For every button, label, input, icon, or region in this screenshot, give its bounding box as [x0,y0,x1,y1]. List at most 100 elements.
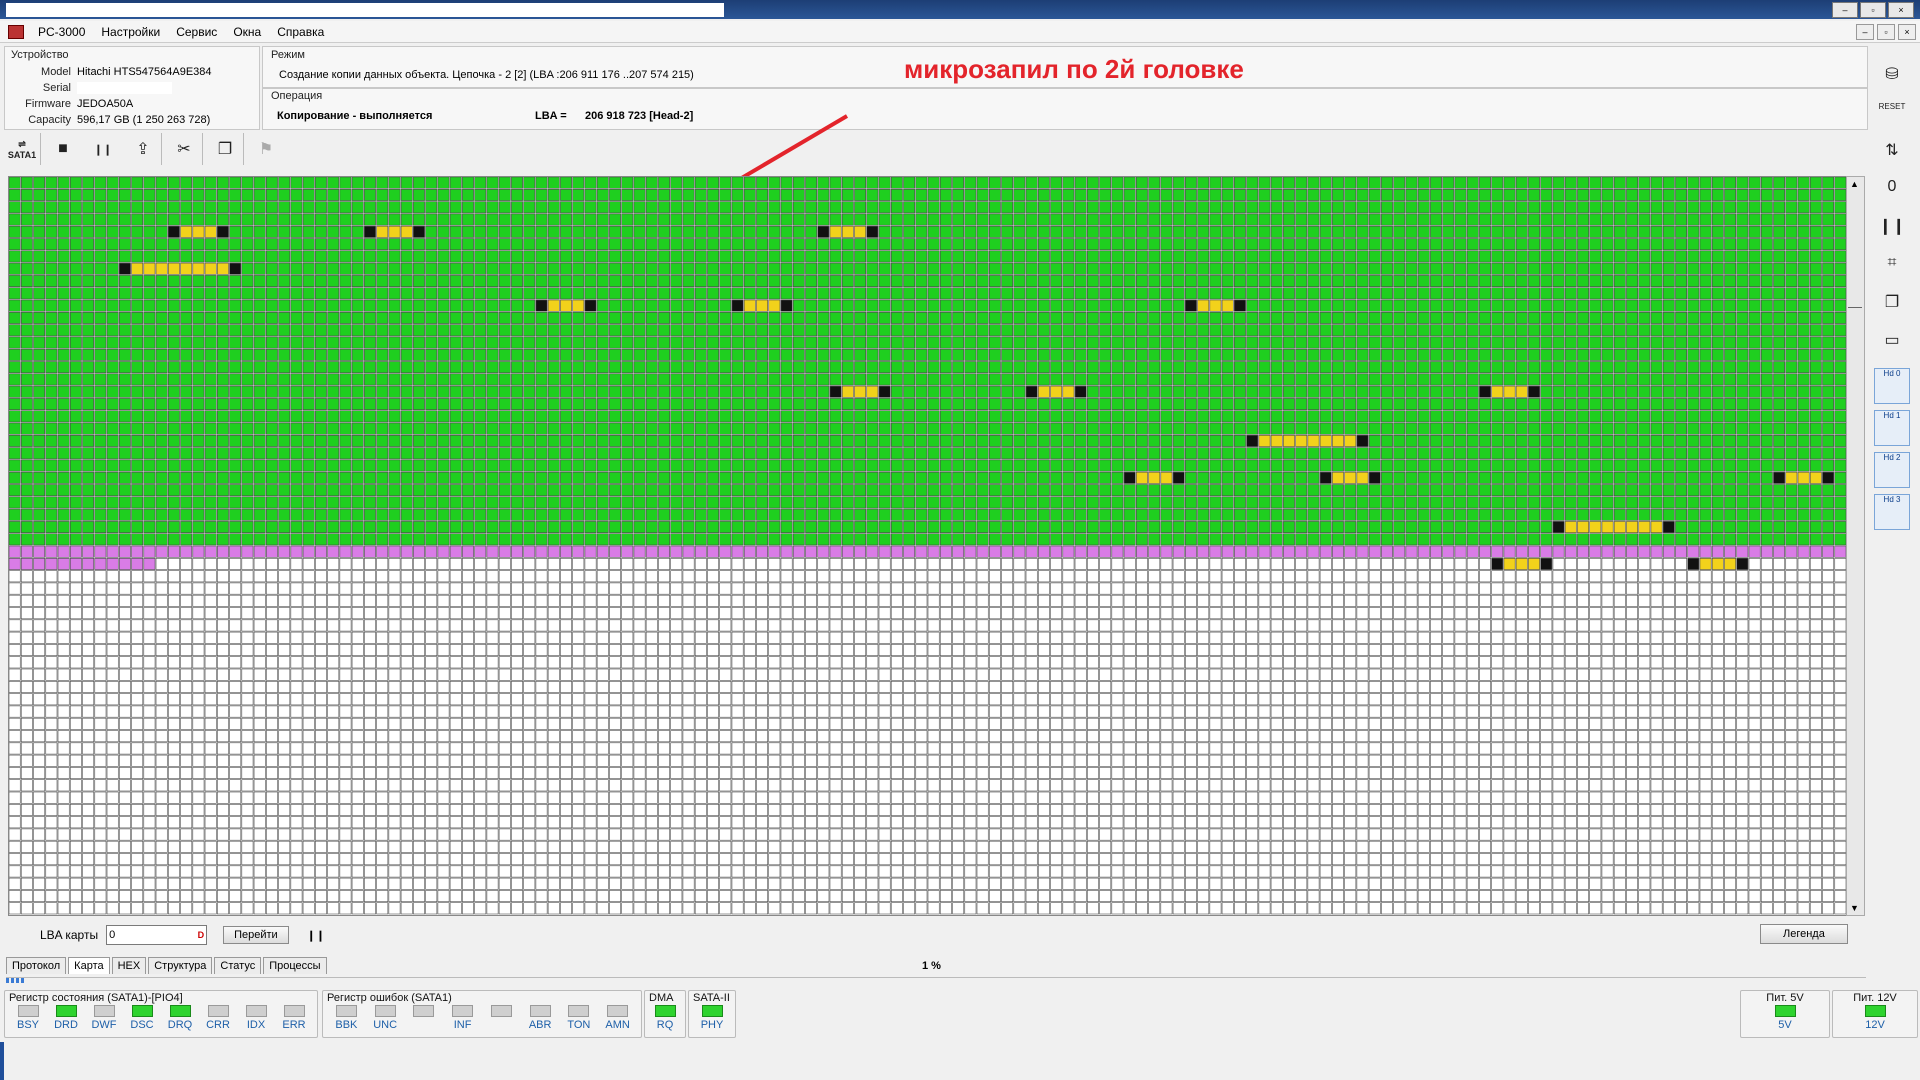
menu-windows[interactable]: Окна [225,25,269,39]
run-button[interactable]: ⚑ [248,133,284,165]
window-controls: – ▫ × [1832,2,1914,18]
power-tool-icon[interactable]: ⛁ [1877,64,1907,96]
copy-icon: ❐ [217,141,233,158]
stop-icon: ■ [58,140,68,157]
operation-panel: Операция Копирование - выполняется LBA =… [262,88,1868,130]
scroll-up-icon[interactable]: ▲ [1850,179,1859,189]
sata-leds: PHY [689,1005,735,1031]
mdi-restore-button[interactable]: ▫ [1877,24,1895,40]
tab-status[interactable]: Статус [214,957,262,974]
tab-hex[interactable]: HEX [111,957,147,974]
led-label: UNC [373,1019,398,1031]
led-indicator [568,1005,590,1017]
head-1-button[interactable]: Hd 1 [1874,410,1910,446]
error-led-blank-4 [482,1005,521,1031]
led-12v-label: 12V [1865,1019,1885,1031]
device-panel: Устройство Model Hitachi HTS547564A9E384 … [4,46,260,130]
run-icon: ⚑ [258,141,274,158]
led-label: DRQ [167,1019,193,1031]
minimize-button[interactable]: – [1832,2,1858,18]
error-register-leds: BBK UNC INF ABR TON AMN [323,1005,641,1031]
led-label: CRR [206,1019,230,1031]
pause-tool-icon[interactable]: ❙❙ [1877,216,1907,248]
scroll-thumb[interactable] [1848,307,1862,308]
device-firmware-key: Firmware [25,98,71,110]
copy-tool-icon[interactable]: ❐ [1877,292,1907,324]
led-indicator [529,1005,551,1017]
scroll-down-icon[interactable]: ▼ [1850,903,1859,913]
copy-button[interactable]: ❐ [207,133,244,165]
tools-button[interactable]: ✂ [166,133,203,165]
close-button[interactable]: × [1888,2,1914,18]
status-led-dsc: DSC [123,1005,161,1031]
device-model-row: Model Hitachi HTS547564A9E384 [9,64,212,80]
menu-service[interactable]: Сервис [168,25,225,39]
status-led-drd: DRD [47,1005,85,1031]
connect-tool-icon[interactable]: ⇅ [1877,140,1907,172]
sata-register: SATA-II PHY [688,990,736,1038]
operation-status: Копирование - выполняется [277,110,433,122]
power-5v: Пит. 5V 5V [1740,990,1830,1038]
led-label: ERR [282,1019,306,1031]
pause-icon: ❙❙ [93,143,113,156]
menu-help[interactable]: Справка [269,25,332,39]
power-5v-leds: 5V [1741,1005,1829,1031]
error-led-inf: INF [443,1005,482,1031]
reset-tool-icon[interactable]: RESET [1877,102,1907,134]
power-12v: Пит. 12V 12V [1832,990,1918,1038]
error-led-ton: TON [560,1005,599,1031]
map-scrollbar[interactable]: ▲ ▼ [1846,176,1865,916]
status-led-bsy: BSY [9,1005,47,1031]
export-button[interactable]: ⇪ [125,133,162,165]
led-indicator [607,1005,629,1017]
head-2-button[interactable]: Hd 2 [1874,452,1910,488]
mdi-close-button[interactable]: × [1898,24,1916,40]
led-indicator [17,1005,39,1017]
mdi-minimize-button[interactable]: – [1856,24,1874,40]
device-fields: Model Hitachi HTS547564A9E384 Serial Firm… [9,64,212,128]
device-capacity-row: Capacity 596,17 GB (1 250 263 728) [9,112,212,128]
tab-structure[interactable]: Структура [148,957,213,974]
device-capacity-value: 596,17 GB (1 250 263 728) [77,114,211,126]
led-label: INF [453,1019,472,1031]
led-5v: 5V [1766,1005,1805,1031]
tab-protocol[interactable]: Протокол [6,957,67,974]
status-led-drq: DRQ [161,1005,199,1031]
power-12v-title: Пит. 12V [1853,992,1897,1004]
error-led-amn: AMN [598,1005,637,1031]
dma-register: DMA RQ [644,990,686,1038]
stop-button[interactable]: ■ [45,133,81,165]
error-led-unc: UNC [366,1005,405,1031]
go-button[interactable]: Перейти [223,926,289,944]
led-5v-indicator [1774,1005,1796,1017]
led-phy-label: PHY [700,1019,724,1031]
led-label: ABR [528,1019,552,1031]
tab-map[interactable]: Карта [68,957,110,974]
led-label: TON [567,1019,591,1031]
head-3-button[interactable]: Hd 3 [1874,494,1910,530]
main-toolbar: ⇌ SATA1 ■ ❙❙ ⇪ ✂ ❐ ⚑ [4,131,1866,167]
progress-bar [6,978,25,983]
led-label: DWF [91,1019,117,1031]
head-0-button[interactable]: Hd 0 [1874,368,1910,404]
lba-format-icon[interactable]: D [198,930,205,940]
zero-tool-icon[interactable]: 0 [1877,178,1907,210]
sector-map[interactable] [8,176,1848,916]
legend-button[interactable]: Легенда [1760,924,1848,944]
map-pause-button[interactable]: ❙❙ [307,929,325,942]
title-input-bar [6,3,724,17]
status-register-title: Регистр состояния (SATA1)-[PIO4] [9,992,183,1004]
lba-map-input[interactable]: 0 D [106,925,208,945]
maximize-button[interactable]: ▫ [1860,2,1886,18]
led-label: BSY [16,1019,39,1031]
menu-settings[interactable]: Настройки [93,25,168,39]
dma-leds: RQ [645,1005,685,1031]
app-icon[interactable] [8,24,24,39]
led-rq: RQ [649,1005,681,1031]
pause-button[interactable]: ❙❙ [85,133,121,165]
error-register: Регистр ошибок (SATA1) BBK UNC INF ABR TON AM… [322,990,642,1038]
sata-port-button[interactable]: ⇌ SATA1 [4,133,41,165]
tab-processes[interactable]: Процессы [263,957,327,974]
drive-tool-icon[interactable]: ▭ [1877,330,1907,362]
link-tool-icon[interactable]: ⌗ [1877,254,1907,286]
